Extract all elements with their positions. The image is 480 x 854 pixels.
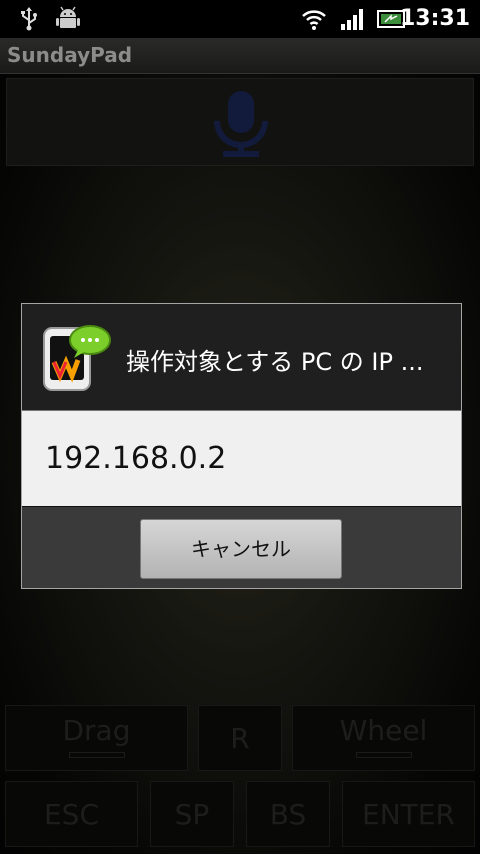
usb-icon bbox=[21, 7, 37, 31]
clock-time: 13:31 bbox=[399, 6, 470, 31]
dialog-footer: キャンセル bbox=[22, 506, 461, 588]
ip-select-dialog: 操作対象とする PC の IP ... 192.168.0.2 キャンセル bbox=[21, 303, 462, 589]
app-title-bar: SundayPad bbox=[0, 38, 480, 74]
signal-icon bbox=[341, 9, 363, 30]
wifi-icon bbox=[302, 10, 326, 30]
cancel-button[interactable]: キャンセル bbox=[140, 519, 342, 579]
dialog-header: 操作対象とする PC の IP ... bbox=[22, 304, 461, 410]
android-debug-icon bbox=[56, 6, 80, 28]
dialog-list: 192.168.0.2 bbox=[22, 410, 461, 506]
sundaypad-app-icon bbox=[43, 325, 111, 391]
app-title: SundayPad bbox=[7, 43, 133, 67]
ip-option[interactable]: 192.168.0.2 bbox=[45, 441, 226, 476]
dialog-title: 操作対象とする PC の IP ... bbox=[126, 348, 424, 376]
status-bar: 13:31 bbox=[0, 0, 480, 38]
